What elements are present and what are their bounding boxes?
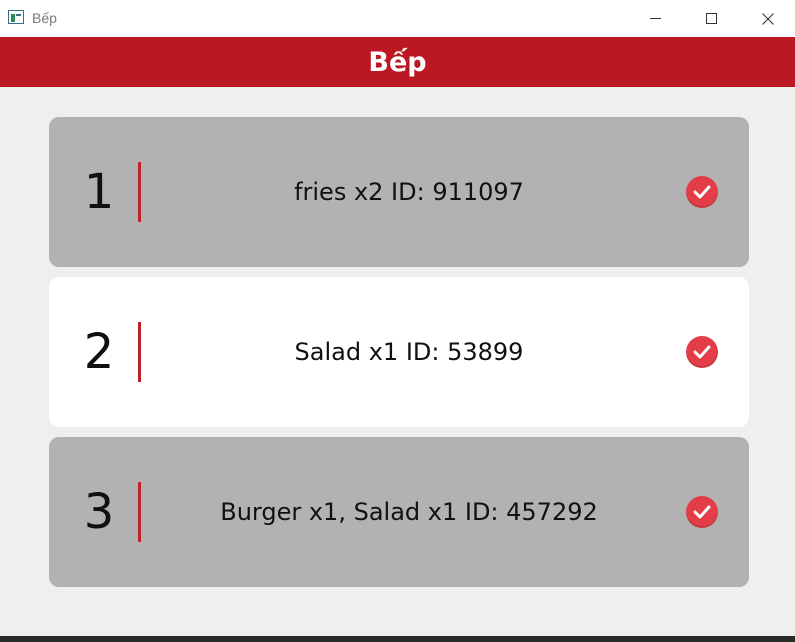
maximize-button[interactable]	[688, 0, 734, 37]
order-divider	[138, 322, 141, 382]
taskbar-edge	[0, 636, 795, 642]
check-circle-icon	[693, 505, 711, 519]
order-details: Salad x1 ID: 53899	[294, 338, 524, 366]
order-divider	[138, 162, 141, 222]
kitchen-header: Bếp	[0, 37, 795, 87]
check-circle-icon	[693, 185, 711, 199]
window-titlebar: Bếp	[0, 0, 795, 37]
close-button[interactable]	[745, 0, 791, 37]
check-circle-icon	[693, 345, 711, 359]
complete-order-button[interactable]	[686, 336, 718, 368]
order-number: 1	[83, 164, 115, 220]
close-icon	[762, 12, 774, 25]
order-number: 3	[83, 484, 115, 540]
order-details: Burger x1, Salad x1 ID: 457292	[220, 498, 598, 526]
minimize-icon	[649, 18, 661, 19]
minimize-button[interactable]	[632, 0, 678, 37]
order-card-3[interactable]: 3 Burger x1, Salad x1 ID: 457292	[49, 437, 749, 587]
window-title: Bếp	[32, 10, 57, 26]
app-icon	[8, 10, 24, 24]
maximize-icon	[705, 13, 717, 24]
complete-order-button[interactable]	[686, 496, 718, 528]
complete-order-button[interactable]	[686, 176, 718, 208]
header-title: Bếp	[368, 46, 427, 78]
order-card-1[interactable]: 1 fries x2 ID: 911097	[49, 117, 749, 267]
order-card-2[interactable]: 2 Salad x1 ID: 53899	[49, 277, 749, 427]
order-details: fries x2 ID: 911097	[294, 178, 524, 206]
order-divider	[138, 482, 141, 542]
order-number: 2	[83, 324, 115, 380]
